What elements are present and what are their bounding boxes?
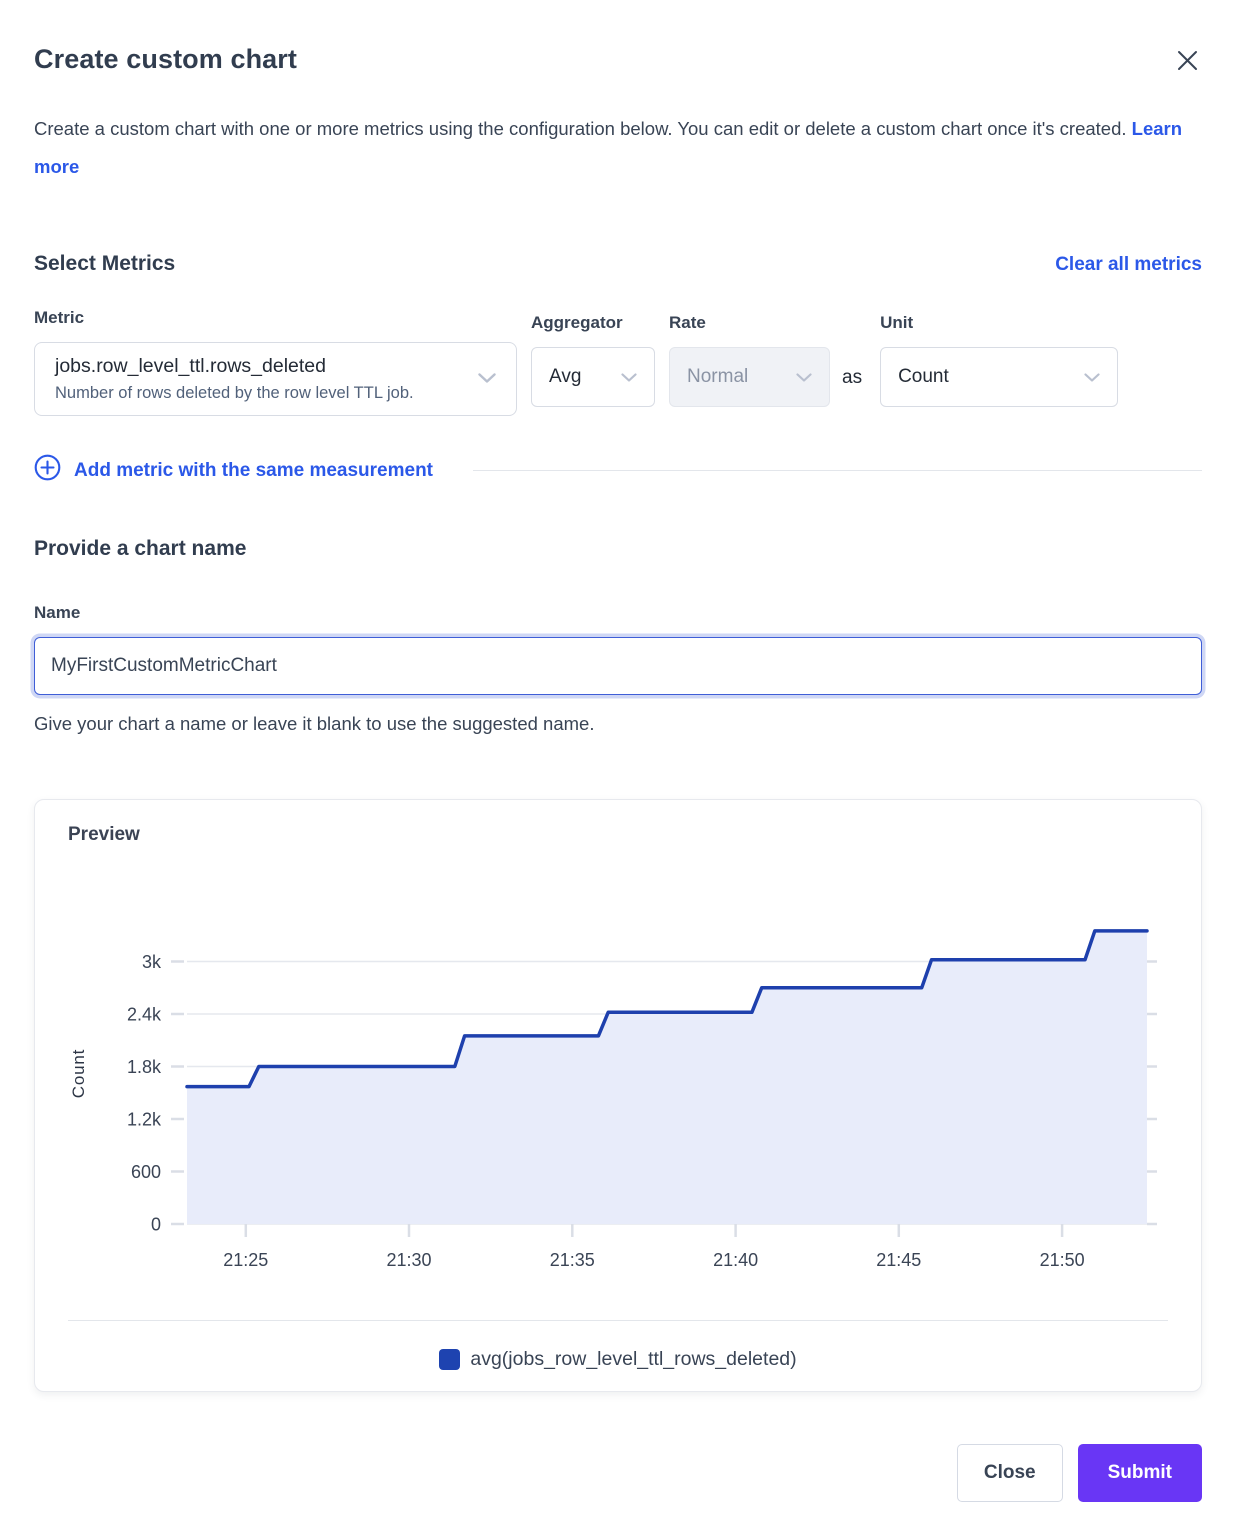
aggregator-select[interactable]: Avg xyxy=(531,347,655,407)
close-button-footer[interactable]: Close xyxy=(957,1444,1063,1502)
chevron-down-icon xyxy=(1084,366,1100,388)
svg-text:21:50: 21:50 xyxy=(1040,1250,1085,1268)
select-metrics-header: Select Metrics Clear all metrics xyxy=(34,252,1202,276)
unit-label: Unit xyxy=(880,313,1118,333)
rate-select-value: Normal xyxy=(687,366,748,388)
svg-text:2.4k: 2.4k xyxy=(127,1005,162,1025)
clear-all-metrics-link[interactable]: Clear all metrics xyxy=(1055,254,1202,276)
add-metric-button[interactable]: Add metric with the same measurement xyxy=(34,454,433,487)
svg-text:21:40: 21:40 xyxy=(713,1250,758,1268)
modal-description: Create a custom chart with one or more m… xyxy=(34,110,1194,186)
aggregator-label: Aggregator xyxy=(531,313,655,333)
as-label: as xyxy=(842,367,862,389)
legend-label: avg(jobs_row_level_ttl_rows_deleted) xyxy=(470,1348,796,1371)
page-title: Create custom chart xyxy=(34,44,297,75)
add-metric-label: Add metric with the same measurement xyxy=(74,460,433,482)
svg-text:1.2k: 1.2k xyxy=(127,1110,162,1130)
metric-select-value: jobs.row_level_ttl.rows_deleted xyxy=(55,355,414,378)
description-text: Create a custom chart with one or more m… xyxy=(34,118,1127,139)
divider xyxy=(68,1320,1168,1321)
divider xyxy=(473,470,1202,471)
plus-circle-icon xyxy=(34,454,61,487)
metric-label: Metric xyxy=(34,308,517,328)
submit-button[interactable]: Submit xyxy=(1078,1444,1202,1502)
add-metric-row: Add metric with the same measurement xyxy=(34,454,1202,487)
svg-text:3k: 3k xyxy=(142,952,162,972)
svg-text:1.8k: 1.8k xyxy=(127,1057,162,1077)
create-custom-chart-modal: Create custom chart Create a custom char… xyxy=(0,0,1236,1538)
rate-select: Normal xyxy=(669,347,830,407)
unit-select[interactable]: Count xyxy=(880,347,1118,407)
chevron-down-icon xyxy=(621,366,637,388)
svg-text:0: 0 xyxy=(151,1215,161,1235)
legend-swatch xyxy=(439,1349,460,1370)
metric-select[interactable]: jobs.row_level_ttl.rows_deleted Number o… xyxy=(34,342,517,416)
step-area-chart: 0 600 1.2k 1.8k 2.4k 3k 21:25 21:30 21:35 21:40 21… xyxy=(68,896,1168,1268)
metric-controls-row: Metric jobs.row_level_ttl.rows_deleted N… xyxy=(34,308,1202,416)
name-helper-text: Give your chart a name or leave it blank… xyxy=(34,713,1202,735)
svg-text:21:35: 21:35 xyxy=(550,1250,595,1268)
modal-footer: Close Submit xyxy=(34,1444,1202,1502)
chevron-down-icon xyxy=(478,370,496,388)
chart-legend: avg(jobs_row_level_ttl_rows_deleted) xyxy=(68,1348,1168,1371)
chart-name-heading: Provide a chart name xyxy=(34,537,1202,561)
preview-card: Preview 0 600 1.2k 1.8k 2.4k 3k 21:25 21:30 21:3… xyxy=(34,799,1202,1392)
metric-select-description: Number of rows deleted by the row level … xyxy=(55,384,414,403)
preview-heading: Preview xyxy=(68,824,1168,846)
svg-text:Count: Count xyxy=(69,1049,88,1098)
chart-name-input[interactable] xyxy=(34,637,1202,695)
svg-text:600: 600 xyxy=(131,1162,161,1182)
modal-header: Create custom chart xyxy=(34,44,1202,78)
close-icon xyxy=(1177,59,1198,74)
chevron-down-icon xyxy=(796,366,812,388)
rate-label: Rate xyxy=(669,313,830,333)
select-metrics-heading: Select Metrics xyxy=(34,252,175,276)
name-label: Name xyxy=(34,603,1202,623)
preview-chart: 0 600 1.2k 1.8k 2.4k 3k 21:25 21:30 21:35 21:40 21… xyxy=(68,896,1168,1268)
svg-text:21:45: 21:45 xyxy=(876,1250,921,1268)
aggregator-select-value: Avg xyxy=(549,366,581,388)
unit-select-value: Count xyxy=(898,366,949,388)
svg-text:21:30: 21:30 xyxy=(386,1250,431,1268)
svg-text:21:25: 21:25 xyxy=(223,1250,268,1268)
close-button[interactable] xyxy=(1173,46,1202,78)
